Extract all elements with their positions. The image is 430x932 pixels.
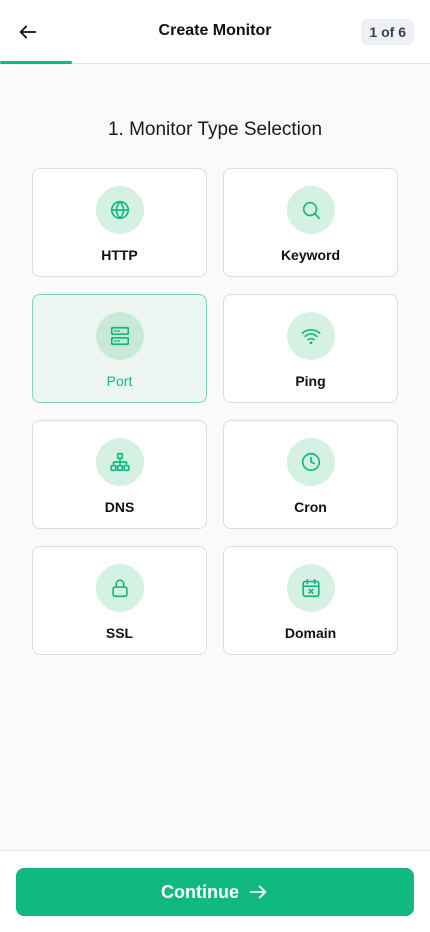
arrow-right-icon [249, 885, 267, 899]
icon-circle [95, 186, 144, 234]
icon-circle [95, 564, 144, 612]
network-icon [109, 452, 130, 472]
wifi-icon [300, 329, 321, 345]
monitor-type-label: DNS [104, 499, 135, 515]
monitor-type-label: Cron [294, 499, 327, 515]
monitor-type-card-dns[interactable]: DNS [32, 420, 207, 529]
monitor-type-label: Keyword [280, 247, 341, 263]
monitor-type-card-keyword[interactable]: Keyword [223, 168, 398, 277]
icon-circle [95, 438, 144, 486]
continue-button-label: Continue [161, 881, 239, 902]
icon-circle [286, 438, 335, 486]
clock-icon [301, 452, 320, 472]
monitor-type-label: Ping [295, 373, 326, 389]
header: Create Monitor 1 of 6 [0, 0, 430, 64]
monitor-type-card-domain[interactable]: Domain [223, 546, 398, 655]
monitor-type-label: Port [106, 373, 133, 389]
step-badge: 1 of 6 [361, 19, 414, 45]
icon-circle [286, 186, 335, 234]
continue-button[interactable]: Continue [16, 868, 414, 916]
monitor-type-card-http[interactable]: HTTP [32, 168, 207, 277]
server-icon [110, 326, 129, 346]
section-title: 1. Monitor Type Selection [107, 119, 323, 140]
monitor-type-card-cron[interactable]: Cron [223, 420, 398, 529]
monitor-type-label: Domain [284, 625, 337, 641]
globe-icon [110, 200, 129, 220]
lock-icon [111, 579, 128, 598]
icon-circle [286, 312, 335, 360]
icon-circle [95, 312, 144, 360]
icon-circle [286, 564, 335, 612]
monitor-type-label: HTTP [101, 247, 138, 263]
monitor-type-card-port[interactable]: Port [32, 294, 207, 403]
progress-bar [0, 61, 72, 64]
footer: Continue [0, 850, 430, 932]
monitor-type-card-ssl[interactable]: SSL [32, 546, 207, 655]
monitor-type-card-ping[interactable]: Ping [223, 294, 398, 403]
monitor-type-grid: HTTP Keyword Port Ping DNS Cron SSL Doma… [32, 168, 398, 655]
search-icon [302, 201, 320, 220]
monitor-type-label: SSL [105, 625, 134, 641]
calendar-x-icon [301, 578, 320, 598]
